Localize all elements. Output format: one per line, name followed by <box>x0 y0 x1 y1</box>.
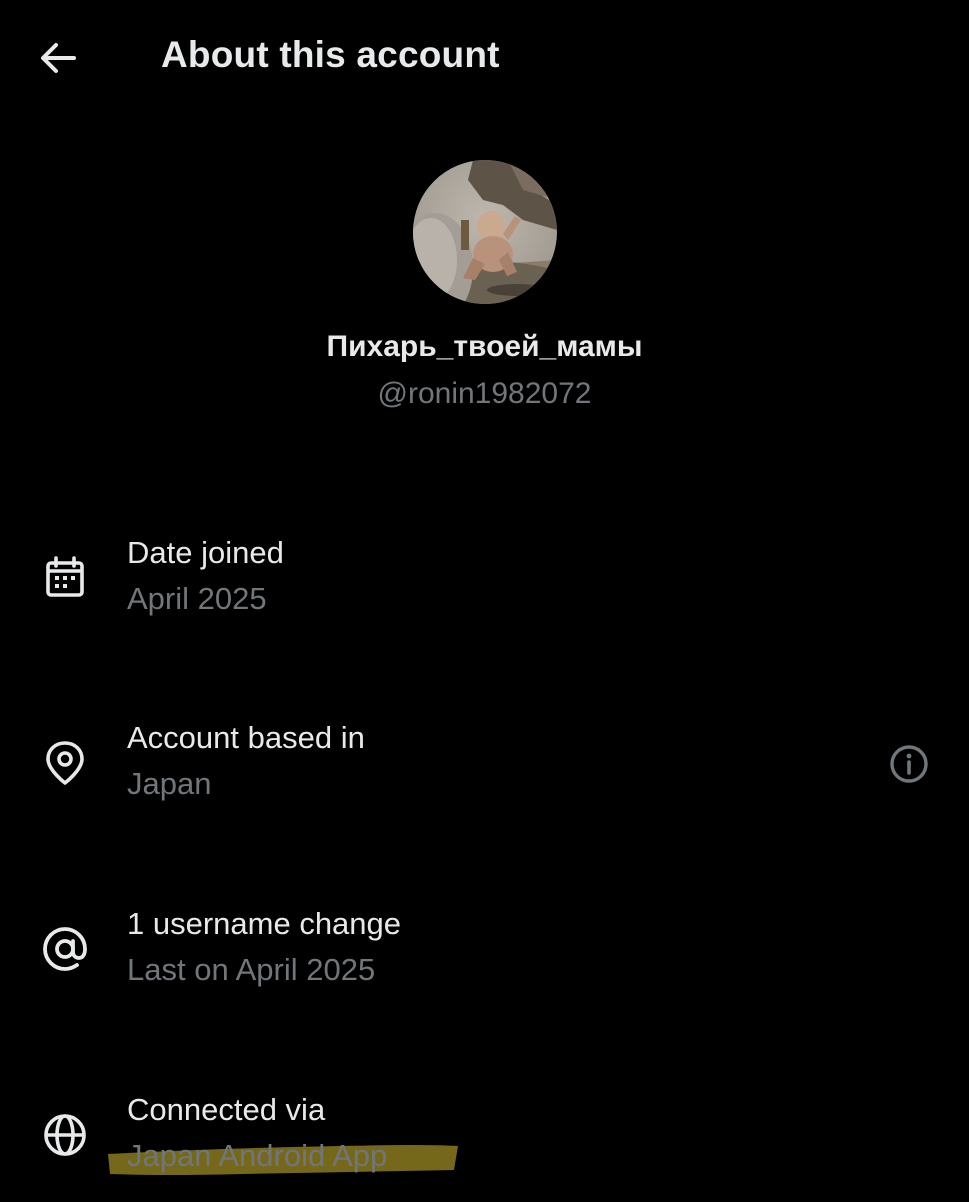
info-icon <box>890 745 928 783</box>
date-joined-row: Date joined April 2025 <box>0 535 969 645</box>
date-joined-value: April 2025 <box>127 581 267 616</box>
username-handle: @ronin1982072 <box>377 377 592 410</box>
username-change-value: Last on April 2025 <box>127 952 376 987</box>
arrow-left-icon <box>41 43 76 73</box>
at-sign-icon <box>38 922 92 976</box>
connected-via-row: Connected via Japan Android App <box>0 1092 969 1202</box>
page-title: About this account <box>161 34 500 75</box>
account-location-value: Japan <box>127 766 212 801</box>
info-button[interactable] <box>885 740 933 788</box>
date-joined-label: Date joined <box>127 535 284 570</box>
location-pin-icon <box>38 736 92 790</box>
back-button[interactable] <box>36 38 80 78</box>
calendar-icon <box>38 551 92 605</box>
globe-icon <box>38 1108 92 1162</box>
connected-via-label: Connected via <box>127 1092 326 1127</box>
connected-via-value: Japan Android App <box>127 1138 388 1173</box>
account-location-label: Account based in <box>127 720 365 755</box>
avatar[interactable] <box>413 160 557 304</box>
username-change-label: 1 username change <box>127 906 402 941</box>
top-app-bar: About this account <box>0 0 969 112</box>
display-name: Пихарь_твоей_мамы <box>326 330 643 363</box>
username-change-row: 1 username change Last on April 2025 <box>0 906 969 1016</box>
account-location-row: Account based in Japan <box>0 720 969 830</box>
